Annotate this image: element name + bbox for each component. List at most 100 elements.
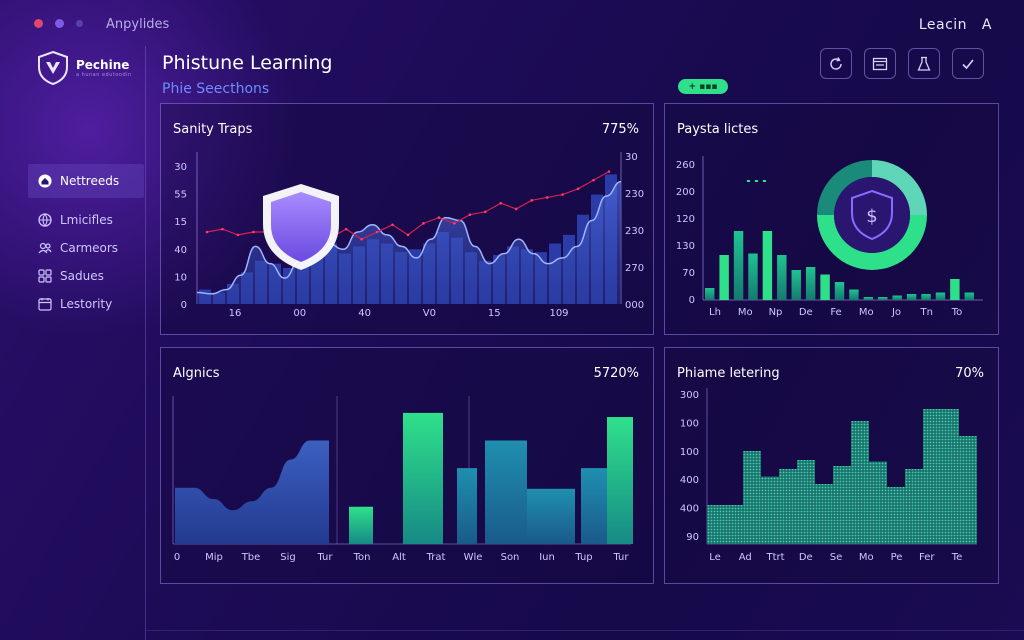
line-point [344,227,348,231]
x-tick-label: V0 [423,308,436,319]
window-maximize-dot[interactable] [76,20,83,27]
bar [527,488,575,544]
x-tick-label: Ttrt [765,552,784,563]
x-tick-label: Fe [830,307,841,318]
line-point [545,196,549,199]
window-button[interactable] [864,48,896,79]
line-point [592,178,595,182]
panel-phiame-letering: Phiame letering 70% 300 100 100 400 400 90 Le A… [664,347,999,584]
x-tick-label: Ad [739,552,752,563]
bar [906,294,917,300]
legend-dash [755,180,758,182]
sidebar-item-sadues[interactable]: Sadues [28,262,144,290]
y-tick-label: 200 [676,187,695,198]
line-point [530,199,533,202]
sidebar: Pechine a hunan edutoodin Nettreeds Lmic… [0,46,146,640]
line-point [576,187,580,191]
sidebar-item-label: Carmeors [60,241,119,255]
legend-dash [747,180,750,182]
bar [820,274,830,300]
bar [705,288,715,300]
x-tick-label: De [799,552,813,563]
y-right-tick-label: 230 [625,189,644,200]
line-point [484,210,487,214]
y-right-tick-label: 230 [625,226,644,237]
x-tick-label: Tup [574,552,592,563]
x-tick-label: Son [501,552,520,563]
chart-phiame-letering: 300 100 100 400 400 90 Le Ad Ttrt De Se Mo Pe Fer Te [680,388,977,563]
window-close-dot[interactable] [34,19,43,28]
x-tick-label: 00 [293,308,306,319]
panel-sanity-traps: Sanity Traps 775% 30 55 15 40 10 0 30 230 230 270… [160,103,654,335]
y-tick-label: 120 [676,214,695,225]
sidebar-item-nettreeds[interactable]: Nettreeds [28,164,144,198]
panel-algnics: Algnics 5720% 0 Mip Tbe Sig Tur Ton Alt Trat Wle… [160,347,654,584]
refresh-button[interactable] [820,48,852,79]
x-tick-label: 16 [229,308,242,319]
line-point [406,233,410,237]
lab-button[interactable] [908,48,940,79]
y-tick-label: 55 [174,190,187,201]
y-tick-label: 0 [181,300,187,311]
bar [777,255,787,300]
sidebar-item-label: Lmicifles [60,213,113,227]
x-tick-label: Te [951,552,963,563]
x-tick-label: Alt [392,552,406,563]
bar [581,468,607,544]
x-tick-label: Tur [316,552,333,563]
window-minimize-dot[interactable] [55,19,64,28]
x-tick-label: Fer [919,552,935,563]
sidebar-nav: Nettreeds Lmicifles Carmeors Sadues Lest… [28,164,144,318]
y-tick-label: 400 [680,475,699,486]
line-point [499,201,503,205]
bar [849,289,859,300]
x-tick-label: Pe [891,552,903,563]
line-point [221,227,224,231]
user-menu[interactable]: Leacin A [919,17,992,33]
line-point [607,170,611,173]
check-icon [962,58,974,69]
section-link[interactable]: Phie Seecthons [162,81,269,97]
x-tick-label: Lh [709,307,721,318]
bar [733,231,744,300]
x-tick-label: Mip [205,552,223,563]
x-tick-label: Sig [280,552,295,563]
x-tick-label: 40 [358,308,371,319]
bar [834,282,845,300]
sidebar-item-lestority[interactable]: Lestority [28,290,144,318]
y-tick-label: 10 [174,272,187,283]
y-tick-label: 130 [676,241,695,252]
y-right-tick-label: 270 [625,263,644,274]
x-tick-label: Mo [859,552,874,563]
sidebar-item-carmeors[interactable]: Carmeors [28,234,144,262]
x-tick-label: Np [769,307,783,318]
logo[interactable]: Pechine a hunan edutoodin [36,50,132,86]
logo-tagline: a hunan edutoodin [76,72,132,78]
line-point [422,222,425,225]
bar [892,295,902,300]
confirm-button[interactable] [952,48,984,79]
y-tick-label: 0 [689,295,695,306]
sidebar-item-lmicifles[interactable]: Lmicifles [28,206,144,234]
chart-algnics: 0 Mip Tbe Sig Tur Ton Alt Trat Wle Son Iun Tup Tur [172,396,633,563]
y-right-tick-label: 30 [625,152,638,163]
bar [863,297,874,300]
x-tick-label: To [951,307,963,318]
y-tick-label: 100 [680,418,699,429]
line-point [437,216,441,219]
refresh-icon [830,56,842,70]
bar [748,253,758,300]
y-tick-label: 30 [174,162,187,173]
page-title: Phistune Learning [162,52,333,74]
user-initial: A [981,17,992,33]
y-tick-label: 400 [680,504,699,515]
sidebar-item-label: Sadues [60,269,104,283]
window-icon [872,57,888,70]
status-badge: + ▪▪▪ [678,79,728,94]
bar [921,294,931,300]
line-point [468,213,472,217]
apps-icon [38,269,52,283]
line-point [561,193,564,196]
y-tick-label: 15 [174,217,187,228]
chart-paysta-lictes: 260 200 120 130 70 0 Lh Mo Np De Fe Mo Jo Tn To $ [676,156,983,318]
